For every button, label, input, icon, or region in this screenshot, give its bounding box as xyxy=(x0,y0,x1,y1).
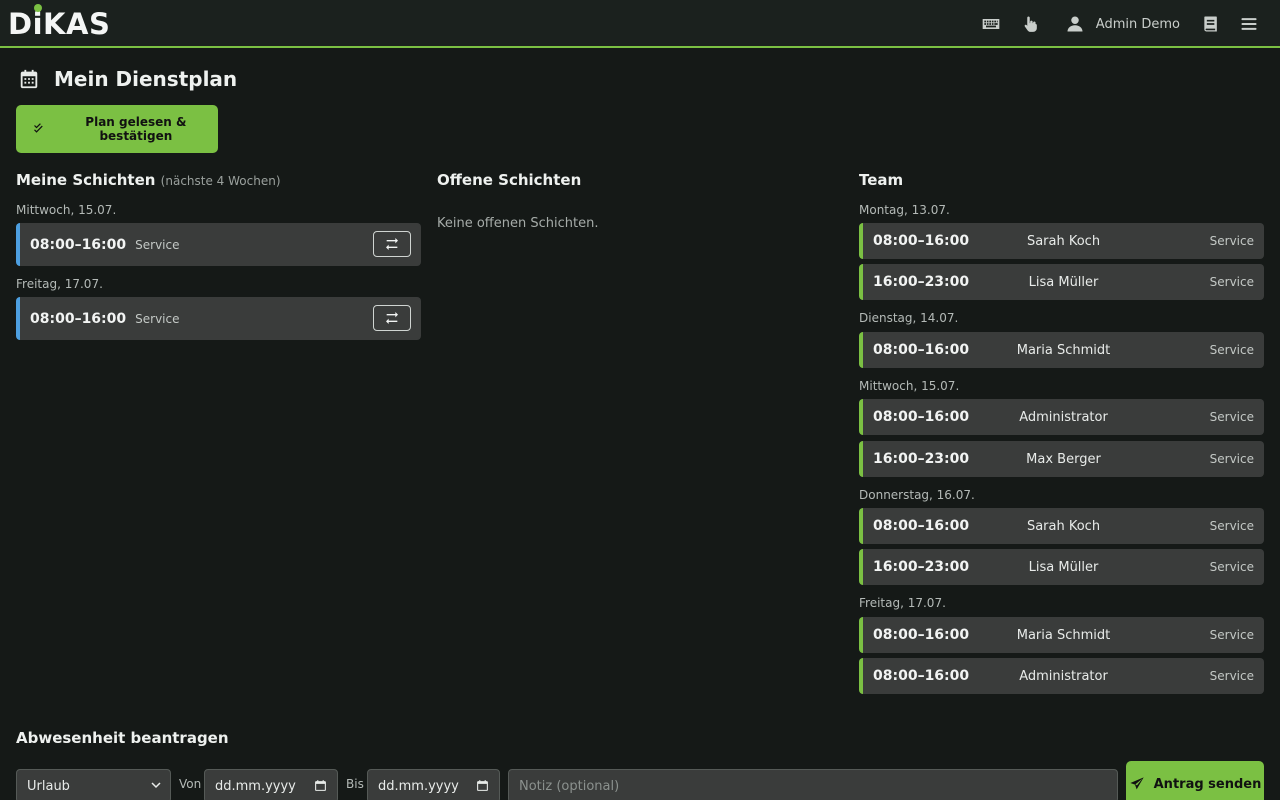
swap-shift-button[interactable] xyxy=(373,305,411,331)
team-day-label: Freitag, 17.07. xyxy=(859,596,946,610)
logo[interactable]: Di KAS xyxy=(8,7,110,41)
page-header: Mein Dienstplan xyxy=(18,64,237,94)
shift-role: Service xyxy=(1209,669,1254,683)
submit-request-label: Antrag senden xyxy=(1153,776,1262,792)
confirm-plan-label: Plan gelesen & bestätigen xyxy=(85,115,187,143)
absence-type-select[interactable]: Urlaub xyxy=(16,769,171,800)
shift-time: 08:00–16:00 xyxy=(873,627,970,643)
shift-role: Service xyxy=(1209,560,1254,574)
from-date-field[interactable]: dd.mm.yyyy xyxy=(204,769,338,800)
shift-time: 16:00–23:00 xyxy=(873,274,970,290)
team-shift-card[interactable]: 08:00–16:00 Sarah Koch Service xyxy=(859,508,1264,544)
shift-time: 16:00–23:00 xyxy=(873,451,970,467)
team-day-label: Montag, 13.07. xyxy=(859,203,950,217)
to-date-field[interactable]: dd.mm.yyyy xyxy=(367,769,500,800)
my-shifts-day-label: Mittwoch, 15.07. xyxy=(16,203,117,217)
shift-role: Service xyxy=(1209,234,1254,248)
swap-arrows-icon xyxy=(386,238,398,250)
my-shift-card[interactable]: 08:00–16:00 Service xyxy=(16,223,421,266)
team-day-label: Dienstag, 14.07. xyxy=(859,311,959,325)
top-bar: Di KAS Admin Demo xyxy=(0,0,1280,48)
shift-role: Service xyxy=(135,311,180,326)
user-name[interactable]: Admin Demo xyxy=(1096,17,1180,32)
absence-type-value: Urlaub xyxy=(27,778,70,794)
shift-time: 16:00–23:00 xyxy=(873,559,970,575)
team-shift-card[interactable]: 08:00–16:00 Maria Schmidt Service xyxy=(859,332,1264,368)
team-day-label: Donnerstag, 16.07. xyxy=(859,488,975,502)
shift-time: 08:00–16:00 xyxy=(30,236,127,253)
my-shifts-day-label: Freitag, 17.07. xyxy=(16,277,103,291)
shift-role: Service xyxy=(135,237,180,252)
menu-icon[interactable] xyxy=(1238,13,1260,35)
note-placeholder: Notiz (optional) xyxy=(519,778,620,794)
touch-icon[interactable] xyxy=(1020,13,1042,35)
calendar-picker-icon[interactable] xyxy=(476,779,489,792)
swap-shift-button[interactable] xyxy=(373,231,411,257)
team-shift-card[interactable]: 08:00–16:00 Maria Schmidt Service xyxy=(859,617,1264,653)
shift-role: Service xyxy=(1209,628,1254,642)
my-shifts-subtitle: (nächste 4 Wochen) xyxy=(160,174,281,188)
team-shift-card[interactable]: 16:00–23:00 Lisa Müller Service xyxy=(859,549,1264,585)
team-shift-card[interactable]: 16:00–23:00 Lisa Müller Service xyxy=(859,264,1264,300)
page-title: Mein Dienstplan xyxy=(54,67,238,91)
shift-time: 08:00–16:00 xyxy=(873,518,970,534)
to-label: Bis xyxy=(346,777,364,791)
open-shifts-empty: Keine offenen Schichten. xyxy=(437,216,599,231)
confirm-plan-button[interactable]: Plan gelesen & bestätigen xyxy=(16,105,218,153)
team-shift-card[interactable]: 08:00–16:00 Administrator Service xyxy=(859,658,1264,694)
team-shift-card[interactable]: 08:00–16:00 Sarah Koch Service xyxy=(859,223,1264,259)
calendar-picker-icon[interactable] xyxy=(314,779,327,792)
double-check-icon xyxy=(34,123,43,133)
team-day-label: Mittwoch, 15.07. xyxy=(859,379,960,393)
shift-role: Service xyxy=(1209,410,1254,424)
my-shifts-title: Meine Schichten (nächste 4 Wochen) xyxy=(16,171,281,189)
shift-role: Service xyxy=(1209,343,1254,357)
shift-time: 08:00–16:00 xyxy=(873,342,970,358)
absence-title: Abwesenheit beantragen xyxy=(16,729,229,747)
team-shift-card[interactable]: 16:00–23:00 Max Berger Service xyxy=(859,441,1264,477)
keyboard-icon[interactable] xyxy=(980,13,1002,35)
to-date-placeholder: dd.mm.yyyy xyxy=(378,778,459,794)
open-shifts-title: Offene Schichten xyxy=(437,171,582,189)
shift-role: Service xyxy=(1209,452,1254,466)
logo-text-kas: KAS xyxy=(43,7,111,41)
calendar-icon xyxy=(20,69,38,89)
shift-role: Service xyxy=(1209,275,1254,289)
team-title: Team xyxy=(859,171,904,189)
note-input[interactable]: Notiz (optional) xyxy=(508,769,1118,800)
from-label: Von xyxy=(179,777,202,791)
shift-time: 08:00–16:00 xyxy=(30,310,127,327)
my-shift-card[interactable]: 08:00–16:00 Service xyxy=(16,297,421,340)
logo-text-i: i xyxy=(32,7,44,41)
from-date-placeholder: dd.mm.yyyy xyxy=(215,778,296,794)
submit-request-button[interactable]: Antrag senden xyxy=(1126,761,1264,800)
shift-role: Service xyxy=(1209,519,1254,533)
logo-text-d: D xyxy=(8,7,33,41)
send-icon xyxy=(1129,777,1144,790)
shift-time: 08:00–16:00 xyxy=(873,409,970,425)
user-icon[interactable] xyxy=(1064,13,1086,35)
swap-arrows-icon xyxy=(386,312,398,324)
my-shifts-title-text: Meine Schichten xyxy=(16,171,156,189)
book-icon[interactable] xyxy=(1200,13,1222,35)
shift-time: 08:00–16:00 xyxy=(873,668,970,684)
top-actions: Admin Demo xyxy=(980,0,1260,48)
team-shift-card[interactable]: 08:00–16:00 Administrator Service xyxy=(859,399,1264,435)
shift-time: 08:00–16:00 xyxy=(873,233,970,249)
chevron-down-icon xyxy=(151,782,161,789)
